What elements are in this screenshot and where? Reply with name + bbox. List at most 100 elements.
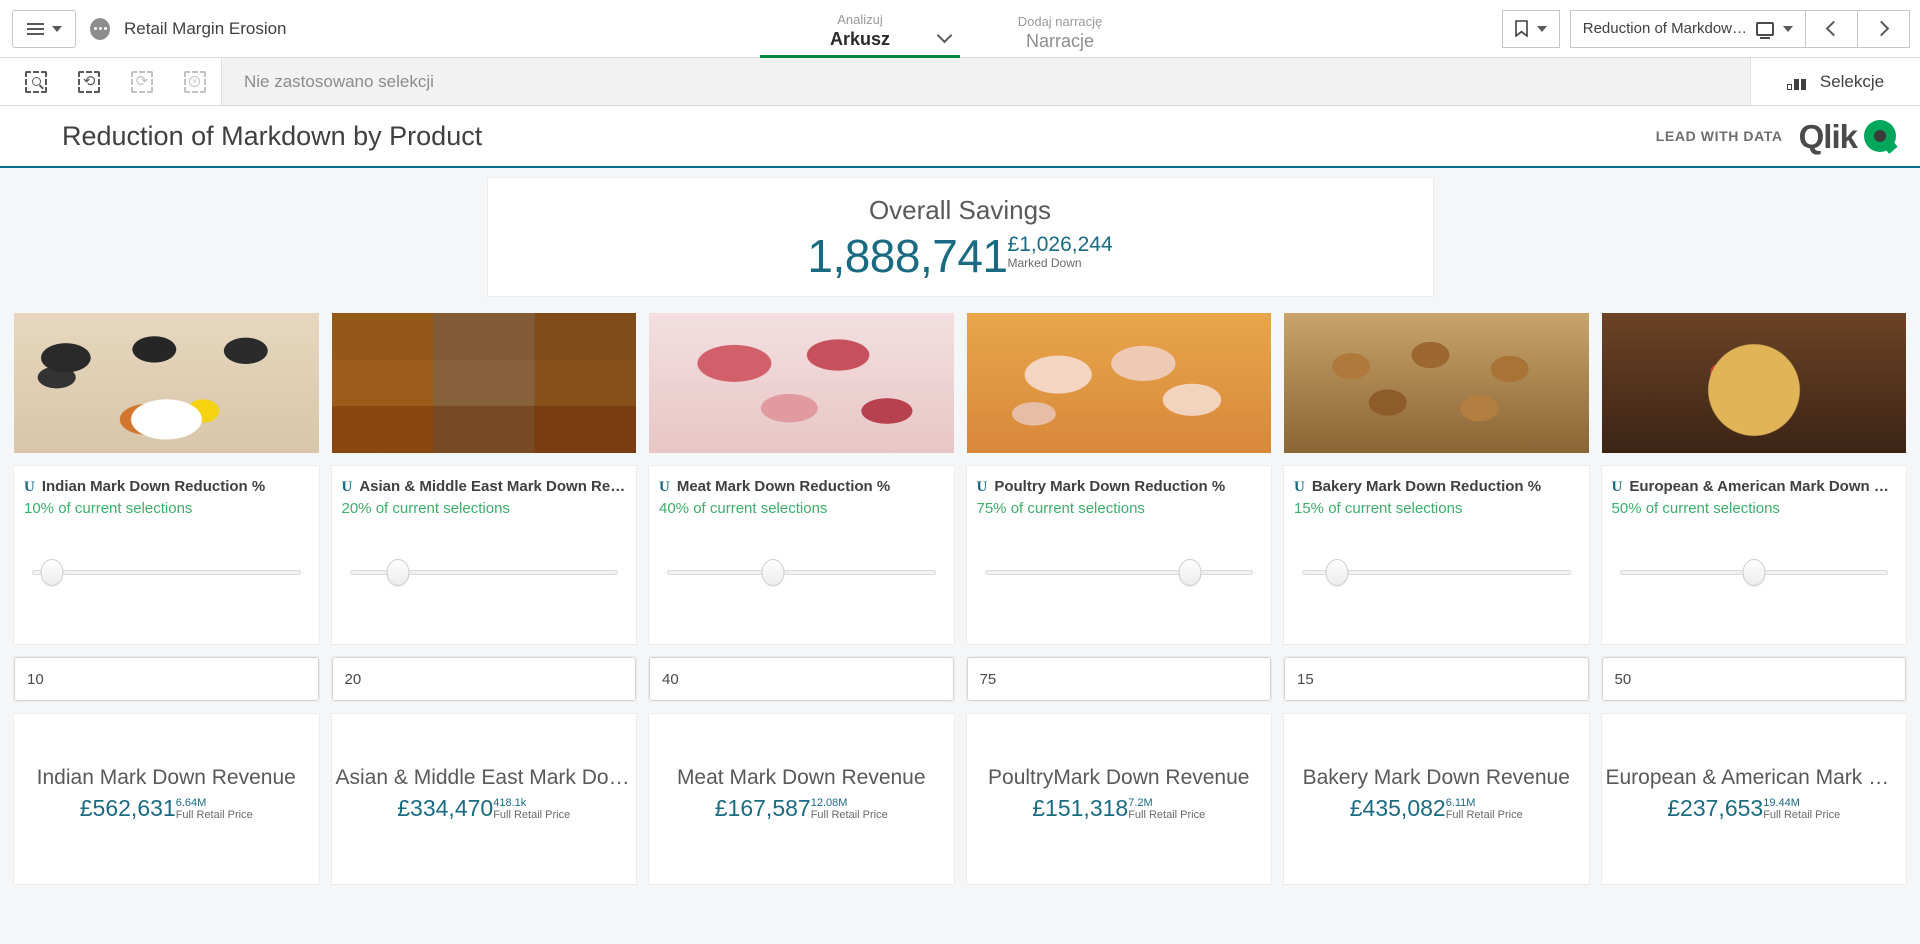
revenue-secondary-label: Full Retail Price — [810, 809, 888, 821]
product-column-bakery: U Bakery Mark Down Reduction % 15% of cu… — [1284, 313, 1589, 884]
variable-label: Asian & Middle East Mark Down Redu… — [359, 478, 626, 495]
tab-add-narrative[interactable]: Dodaj narrację Narracje — [960, 0, 1160, 58]
step-back-button[interactable]: ⟲ — [63, 58, 116, 106]
slider-thumb[interactable] — [40, 559, 64, 586]
revenue-values: £334,470 418.1k Full Retail Price — [397, 796, 570, 822]
kpi-revenue-asian-middle-east: Asian & Middle East Mark Down … £334,470… — [331, 714, 636, 884]
variable-label: Indian Mark Down Reduction % — [41, 478, 266, 495]
variable-sublabel: 15% of current selections — [1294, 500, 1463, 517]
revenue-values: £237,653 19.44M Full Retail Price — [1667, 796, 1840, 822]
slider-thumb[interactable] — [1742, 559, 1766, 586]
slider-card-indian: U Indian Mark Down Reduction % 10% of cu… — [14, 466, 319, 644]
qlik-mark-icon — [1864, 120, 1896, 152]
hamburger-icon — [26, 22, 44, 35]
tab-analyze-sheet[interactable]: Analizuj Arkusz — [760, 0, 960, 58]
revenue-secondary-value: 19.44M — [1763, 797, 1800, 809]
kpi-revenue-poultry: PoultryMark Down Revenue £151,318 7.2M F… — [966, 714, 1271, 884]
reduction-input-poultry[interactable] — [966, 657, 1271, 701]
slider-poultry[interactable] — [977, 559, 1262, 586]
slider-indian[interactable] — [24, 559, 309, 586]
page-title: Reduction of Markdown by Product — [62, 120, 483, 151]
sheet-body: Overall Savings 1,888,741 £1,026,244 Mar… — [0, 168, 1920, 944]
revenue-secondary: 418.1k Full Retail Price — [493, 796, 570, 822]
step-back-icon: ⟲ — [78, 70, 101, 93]
variable-label-row: U European & American Mark Down Re… — [1612, 478, 1897, 496]
selection-status-message: Nie zastosowano selekcji — [244, 71, 434, 91]
meat-image — [649, 313, 954, 453]
previous-sheet-button[interactable] — [1806, 9, 1858, 48]
reduction-input-meat[interactable] — [649, 657, 954, 701]
revenue-secondary: 12.08M Full Retail Price — [811, 796, 888, 822]
app-dots-icon — [90, 17, 110, 40]
slider-thumb[interactable] — [386, 559, 410, 586]
step-forward-button[interactable]: ⟳ — [116, 58, 169, 106]
bakery-image — [1284, 313, 1589, 453]
selection-search-button[interactable] — [10, 58, 63, 106]
kpi-overall-value: 1,888,741 — [807, 229, 1008, 282]
variable-u-icon: U — [1294, 479, 1305, 495]
sheet-selector-button[interactable]: Reduction of Markdow… — [1569, 9, 1806, 48]
poultry-image — [966, 313, 1271, 453]
clear-selections-button[interactable]: × — [168, 58, 221, 106]
brand-lockup: LEAD WITH DATA Qlik — [1656, 120, 1896, 153]
revenue-value: £435,082 — [1349, 795, 1446, 821]
product-column-european-american: U European & American Mark Down Re… 50% … — [1601, 313, 1906, 884]
slider-thumb[interactable] — [761, 559, 785, 586]
reduction-input-european-american[interactable] — [1601, 657, 1906, 701]
chevron-down-icon[interactable] — [936, 27, 953, 44]
slider-card-poultry: U Poultry Mark Down Reduction % 75% of c… — [966, 466, 1271, 644]
kpi-overall-savings: Overall Savings 1,888,741 £1,026,244 Mar… — [487, 178, 1433, 296]
kpi-revenue-indian: Indian Mark Down Revenue £562,631 6.64M … — [14, 714, 319, 884]
reduction-input-indian[interactable] — [14, 657, 319, 701]
kpi-overall-secondary-value: £1,026,244 — [1007, 232, 1113, 256]
revenue-value: £237,653 — [1667, 795, 1764, 821]
revenue-secondary-value: 418.1k — [493, 797, 527, 809]
indian-food-image — [14, 313, 319, 453]
revenue-values: £562,631 6.64M Full Retail Price — [80, 796, 253, 822]
reduction-input-asian-middle-east[interactable] — [331, 657, 636, 701]
selections-panel-button[interactable]: Selekcje — [1750, 58, 1920, 105]
variable-u-icon: U — [341, 479, 353, 495]
kpi-overall-title: Overall Savings — [868, 194, 1052, 225]
clear-selections-icon: × — [183, 70, 206, 93]
slider-thumb[interactable] — [1178, 559, 1202, 586]
slider-track[interactable] — [984, 570, 1253, 575]
variable-label-row: U Indian Mark Down Reduction % — [24, 478, 309, 496]
sheet-selector-label: Reduction of Markdow… — [1582, 20, 1747, 37]
slider-asian-middle-east[interactable] — [342, 559, 627, 586]
product-column-meat: U Meat Mark Down Reduction % 40% of curr… — [649, 313, 954, 884]
revenue-secondary: 6.11M Full Retail Price — [1446, 796, 1523, 822]
sheet-icon — [1756, 21, 1774, 39]
variable-u-icon: U — [659, 479, 670, 495]
bookmark-icon — [1514, 20, 1528, 38]
app-title: Retail Margin Erosion — [124, 18, 287, 38]
next-sheet-button[interactable] — [1858, 9, 1910, 48]
chevron-right-icon — [1873, 20, 1890, 37]
slider-meat[interactable] — [659, 559, 944, 586]
slider-card-asian-middle-east: U Asian & Middle East Mark Down Redu… 20… — [331, 466, 636, 644]
main-menu-button[interactable] — [12, 9, 76, 48]
slider-european-american[interactable] — [1612, 559, 1897, 586]
revenue-values: £151,318 7.2M Full Retail Price — [1032, 796, 1205, 822]
reduction-input-bakery[interactable] — [1284, 657, 1589, 701]
product-column-asian-middle-east: U Asian & Middle East Mark Down Redu… 20… — [331, 313, 636, 884]
revenue-secondary-value: 7.2M — [1128, 797, 1153, 809]
bookmarks-button[interactable] — [1501, 9, 1560, 48]
slider-card-european-american: U European & American Mark Down Re… 50% … — [1601, 466, 1906, 644]
slider-track[interactable] — [667, 570, 936, 575]
tab-narrative-label: Narracje — [1025, 30, 1095, 51]
kpi-revenue-meat: Meat Mark Down Revenue £167,587 12.08M F… — [649, 714, 954, 884]
asian-middle-east-food-image — [331, 313, 636, 453]
top-navigation-bar: Retail Margin Erosion Analizuj Arkusz Do… — [0, 0, 1920, 58]
sheet-header: Reduction of Markdown by Product LEAD WI… — [0, 106, 1920, 168]
variable-label-row: U Meat Mark Down Reduction % — [659, 478, 944, 496]
revenue-secondary: 19.44M Full Retail Price — [1763, 796, 1840, 822]
slider-track[interactable] — [32, 570, 301, 575]
slider-bakery[interactable] — [1294, 559, 1579, 586]
slider-thumb[interactable] — [1325, 559, 1349, 586]
variable-sublabel: 75% of current selections — [976, 500, 1145, 517]
selections-bar: ⟲ ⟳ × Nie zastosowano selekcji Selekcje — [0, 58, 1920, 106]
revenue-secondary: 6.64M Full Retail Price — [176, 796, 253, 822]
revenue-secondary-label: Full Retail Price — [1128, 809, 1206, 821]
revenue-value: £151,318 — [1032, 795, 1129, 821]
